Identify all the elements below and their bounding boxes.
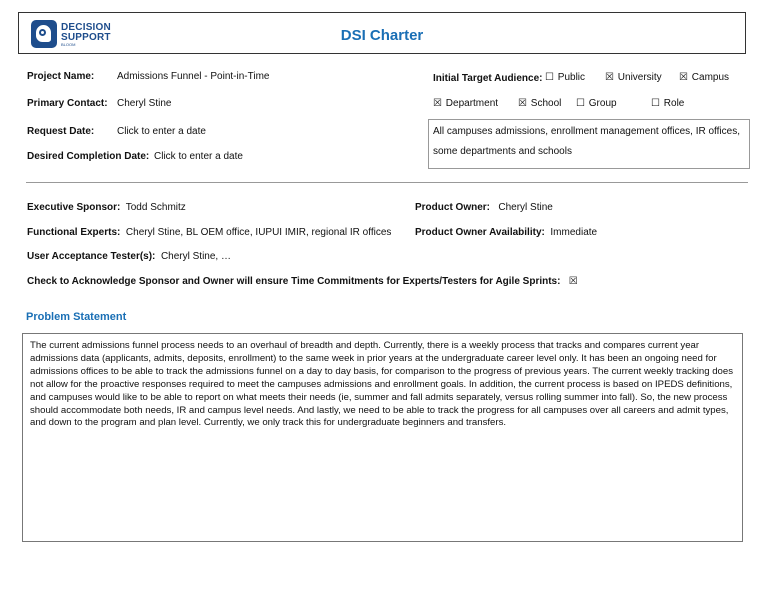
checkbox-role[interactable]: ☐ Role — [651, 98, 684, 109]
checkbox-role-label: Role — [663, 98, 685, 109]
functional-experts-label: Functional Experts: — [27, 227, 121, 238]
acknowledge-row: Check to Acknowledge Sponsor and Owner w… — [27, 276, 579, 287]
checkbox-icon: ☒ — [518, 98, 527, 109]
problem-statement-heading: Problem Statement — [26, 311, 127, 323]
audience-description-box[interactable]: All campuses admissions, enrollment mana… — [428, 119, 750, 169]
product-owner-label: Product Owner: — [415, 202, 491, 213]
header-box: DECISION SUPPORT BLOOM DSI Charter — [18, 12, 746, 54]
executive-sponsor-label: Executive Sponsor: — [27, 202, 121, 213]
problem-statement-text: The current admissions funnel process ne… — [30, 340, 734, 429]
audience-description-line2: some departments and schools — [433, 146, 572, 157]
target-audience-label: Initial Target Audience: — [433, 73, 543, 84]
functional-experts: Functional Experts: Cheryl Stine, BL OEM… — [27, 227, 391, 238]
primary-contact-label: Primary Contact: — [27, 98, 108, 109]
checkbox-school-label: School — [530, 98, 562, 109]
checkbox-school[interactable]: ☒ School — [518, 98, 561, 109]
acceptance-tester-value[interactable]: Cheryl Stine, … — [161, 251, 231, 262]
acknowledge-checkbox[interactable]: ☒ — [569, 276, 579, 287]
checkbox-icon: ☒ — [433, 98, 442, 109]
checkbox-university-label: University — [617, 72, 662, 83]
acceptance-tester: User Acceptance Tester(s): Cheryl Stine,… — [27, 251, 231, 262]
divider — [26, 182, 748, 183]
checkbox-public-label: Public — [557, 72, 586, 83]
functional-experts-value[interactable]: Cheryl Stine, BL OEM office, IUPUI IMIR,… — [126, 227, 391, 238]
project-name-label: Project Name: — [27, 71, 95, 82]
owner-availability-label: Product Owner Availability: — [415, 227, 545, 238]
checkbox-group-label: Group — [588, 98, 617, 109]
checkbox-public[interactable]: ☐ Public — [545, 72, 585, 83]
executive-sponsor: Executive Sponsor: Todd Schmitz — [27, 202, 186, 213]
checkbox-icon: ☒ — [605, 72, 614, 83]
checkbox-icon: ☐ — [651, 98, 660, 109]
page-title: DSI Charter — [340, 27, 424, 44]
checkbox-campus-label: Campus — [691, 72, 730, 83]
checkbox-department-label: Department — [445, 98, 499, 109]
project-name-value[interactable]: Admissions Funnel - Point-in-Time — [117, 71, 269, 82]
acknowledge-label: Check to Acknowledge Sponsor and Owner w… — [27, 276, 561, 287]
product-owner: Product Owner: Cheryl Stine — [415, 202, 553, 213]
checkbox-university[interactable]: ☒ University — [605, 72, 662, 83]
checkbox-icon: ☐ — [576, 98, 585, 109]
owner-availability: Product Owner Availability: Immediate — [415, 227, 597, 238]
owner-availability-value[interactable]: Immediate — [550, 227, 597, 238]
completion-date-label: Desired Completion Date: — [27, 151, 150, 162]
request-date-label: Request Date: — [27, 126, 95, 137]
request-date-field[interactable]: Click to enter a date — [117, 126, 206, 137]
checkbox-campus[interactable]: ☒ Campus — [679, 72, 729, 83]
executive-sponsor-value[interactable]: Todd Schmitz — [126, 202, 186, 213]
checkbox-department[interactable]: ☒ Department — [433, 98, 498, 109]
audience-description-line1: All campuses admissions, enrollment mana… — [433, 126, 740, 137]
checkbox-icon: ☐ — [545, 72, 554, 83]
problem-statement-box[interactable]: The current admissions funnel process ne… — [22, 333, 743, 542]
checkbox-icon: ☒ — [679, 72, 688, 83]
acceptance-tester-label: User Acceptance Tester(s): — [27, 251, 156, 262]
completion-date-field[interactable]: Click to enter a date — [154, 151, 243, 162]
product-owner-value[interactable]: Cheryl Stine — [498, 202, 552, 213]
primary-contact-value[interactable]: Cheryl Stine — [117, 98, 171, 109]
checkbox-group[interactable]: ☐ Group — [576, 98, 617, 109]
